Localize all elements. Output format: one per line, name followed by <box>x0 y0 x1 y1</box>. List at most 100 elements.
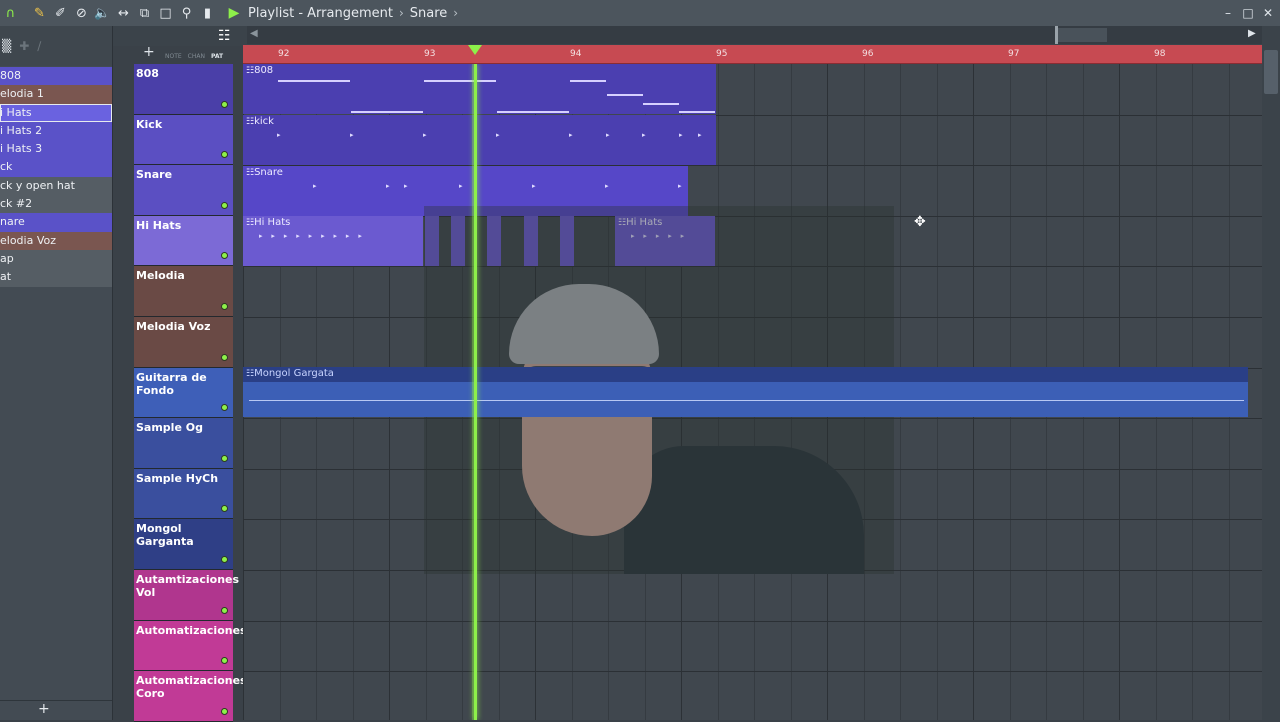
picker-item[interactable]: nare <box>0 213 112 232</box>
track-mute-led[interactable] <box>221 302 228 310</box>
picker-item[interactable]: i Hats 3 <box>0 140 112 159</box>
track-header[interactable]: Melodia Voz <box>134 316 233 368</box>
pattern-clip-kick[interactable]: kick ▸ ▸ ▸ ▸ ▸ ▸ ▸ ▸ ▸ <box>243 115 716 165</box>
note: ▸ ▸ ▸ ▸ ▸ <box>631 232 685 240</box>
vertical-scrollbar[interactable] <box>1262 45 1280 720</box>
pencil-icon[interactable]: ✎ <box>29 0 50 26</box>
pattern-clip-hihats[interactable] <box>560 216 574 266</box>
track-mute-led[interactable] <box>221 151 228 159</box>
title-bar: ∩ ✎ ✐ ⊘ 🔈 ↔ ⧉ □ ⚲ ▮ ▶ Playlist - Arrange… <box>0 0 1280 26</box>
overview-thumb[interactable] <box>1055 28 1107 42</box>
mode-note[interactable]: NOTE <box>165 53 182 60</box>
track-header[interactable]: Autamtizaciones Vol <box>134 569 240 621</box>
track-mute-led[interactable] <box>221 707 228 715</box>
track-name: Hi Hats <box>136 218 182 232</box>
add-pattern-button[interactable]: + <box>38 701 50 717</box>
track-header[interactable]: Guitarra de Fondo <box>134 367 233 419</box>
picker-item[interactable]: i Hats 2 <box>0 121 112 141</box>
slip-icon[interactable]: ↔ <box>113 0 134 26</box>
move-cursor-icon: ✥ <box>914 214 926 230</box>
window-controls: – □ ✕ <box>1222 0 1274 26</box>
breadcrumb-playlist[interactable]: Playlist - Arrangement <box>248 6 393 21</box>
track-header[interactable]: Melodia <box>134 266 233 317</box>
picker-item[interactable]: ck <box>0 158 112 177</box>
bar-number: 93 <box>424 49 436 59</box>
vertical-scrollbar-thumb[interactable] <box>1264 50 1278 94</box>
pattern-clip-hihats[interactable] <box>425 216 439 266</box>
note <box>497 111 569 113</box>
zoom-icon[interactable]: ⚲ <box>176 0 197 26</box>
minimize-button[interactable]: – <box>1222 6 1234 20</box>
track-header[interactable]: Automatizaciones <box>134 620 247 672</box>
pattern-clip-hihats[interactable]: Hi Hats ▸ ▸ ▸ ▸ ▸ <box>615 216 715 266</box>
track-mute-led[interactable] <box>221 100 228 108</box>
bar-number: 97 <box>1008 49 1020 59</box>
picker-menu-icon[interactable]: ▒ <box>2 39 11 53</box>
track-mute-led[interactable] <box>221 454 228 462</box>
track-mute-led[interactable] <box>221 606 228 614</box>
pattern-clip-hihats[interactable] <box>451 216 465 266</box>
picker-item[interactable]: elodia Voz <box>0 231 112 250</box>
select-icon[interactable]: ⧉ <box>134 0 155 26</box>
track-mute-led[interactable] <box>221 201 228 209</box>
slice-icon[interactable]: □ <box>155 0 176 26</box>
picker-item[interactable]: i Hats <box>0 103 112 122</box>
bar-number: 98 <box>1154 49 1166 59</box>
track-name: Autamtizaciones Vol <box>136 572 240 599</box>
chevron-right-icon[interactable]: › <box>453 6 458 20</box>
track-mute-led[interactable] <box>221 404 228 412</box>
playhead[interactable] <box>474 64 477 720</box>
pattern-clip-snare[interactable]: Snare ▸ ▸ ▸ ▸ ▸ ▸ ▸ <box>243 166 688 216</box>
picker-item[interactable]: ap <box>0 249 112 269</box>
picker-item[interactable]: ck y open hat <box>0 176 112 196</box>
picker-item[interactable]: at <box>0 268 112 287</box>
track-header[interactable]: Automatizaciones Coro <box>134 671 247 722</box>
paint-icon[interactable]: ✐ <box>50 0 71 26</box>
maximize-button[interactable]: □ <box>1242 6 1254 20</box>
track-header[interactable]: Sample Og <box>134 418 233 469</box>
pattern-clip-hihats[interactable] <box>524 216 538 266</box>
chevron-right-icon[interactable]: ▶ <box>1248 28 1256 39</box>
mode-pat[interactable]: PAT <box>211 53 223 60</box>
pattern-clip-hihats[interactable]: Hi Hats ▸ ▸ ▸ ▸ ▸ ▸ ▸ ▸ ▸ <box>243 216 423 266</box>
picker-link-icon[interactable]: ∕ <box>37 39 41 53</box>
note <box>278 80 350 82</box>
piano-icon[interactable]: ☷ <box>218 28 231 44</box>
delete-icon[interactable]: ⊘ <box>71 0 92 26</box>
track-mute-led[interactable] <box>221 252 228 260</box>
track-mute-led[interactable] <box>221 353 228 361</box>
track-mute-led[interactable] <box>221 657 228 665</box>
mode-chan[interactable]: CHAN <box>188 53 205 60</box>
close-button[interactable]: ✕ <box>1262 6 1274 20</box>
magnet-icon[interactable]: ∩ <box>0 0 21 26</box>
timeline-ruler[interactable]: 92 93 94 95 96 97 98 <box>243 45 1262 64</box>
picker-item[interactable]: ck #2 <box>0 195 112 214</box>
track-mute-led[interactable] <box>221 505 228 513</box>
play-icon[interactable]: ▶ <box>226 5 242 21</box>
picker-item[interactable]: elodia 1 <box>0 85 112 104</box>
breadcrumb-pattern[interactable]: Snare <box>410 6 448 21</box>
track-header[interactable]: Kick <box>134 114 233 166</box>
picker-tool-icon[interactable]: ✚ <box>19 39 29 53</box>
track-header[interactable]: Snare <box>134 165 233 216</box>
mute-icon[interactable]: 🔈 <box>92 0 113 26</box>
note: ▸ <box>678 182 682 190</box>
track-header[interactable]: Sample HyCh <box>134 468 233 520</box>
playhead-marker[interactable] <box>468 45 482 55</box>
pattern-clip-hihats[interactable] <box>487 216 501 266</box>
arrangement-grid[interactable]: 808 kick ▸ ▸ ▸ ▸ ▸ ▸ ▸ ▸ ▸ Snare ▸ ▸ ▸ ▸… <box>243 64 1262 720</box>
playback-icon[interactable]: ▮ <box>197 0 218 26</box>
picker-item[interactable]: 808 <box>0 67 112 86</box>
chevron-left-icon[interactable]: ◀ <box>250 28 258 39</box>
note <box>679 111 715 113</box>
bar-number: 95 <box>716 49 728 59</box>
track-header[interactable]: 808 <box>134 64 233 115</box>
track-mute-led[interactable] <box>221 555 228 563</box>
add-track-button[interactable]: + <box>143 44 155 60</box>
track-header[interactable]: Mongol Garganta <box>134 519 233 570</box>
audio-clip-guitar[interactable]: Mongol Gargata <box>243 367 1248 417</box>
note <box>570 80 606 82</box>
playlist-overview-scrollbar[interactable] <box>247 26 1262 44</box>
pattern-clip-808[interactable]: 808 <box>243 64 716 114</box>
track-header[interactable]: Hi Hats <box>134 215 233 267</box>
